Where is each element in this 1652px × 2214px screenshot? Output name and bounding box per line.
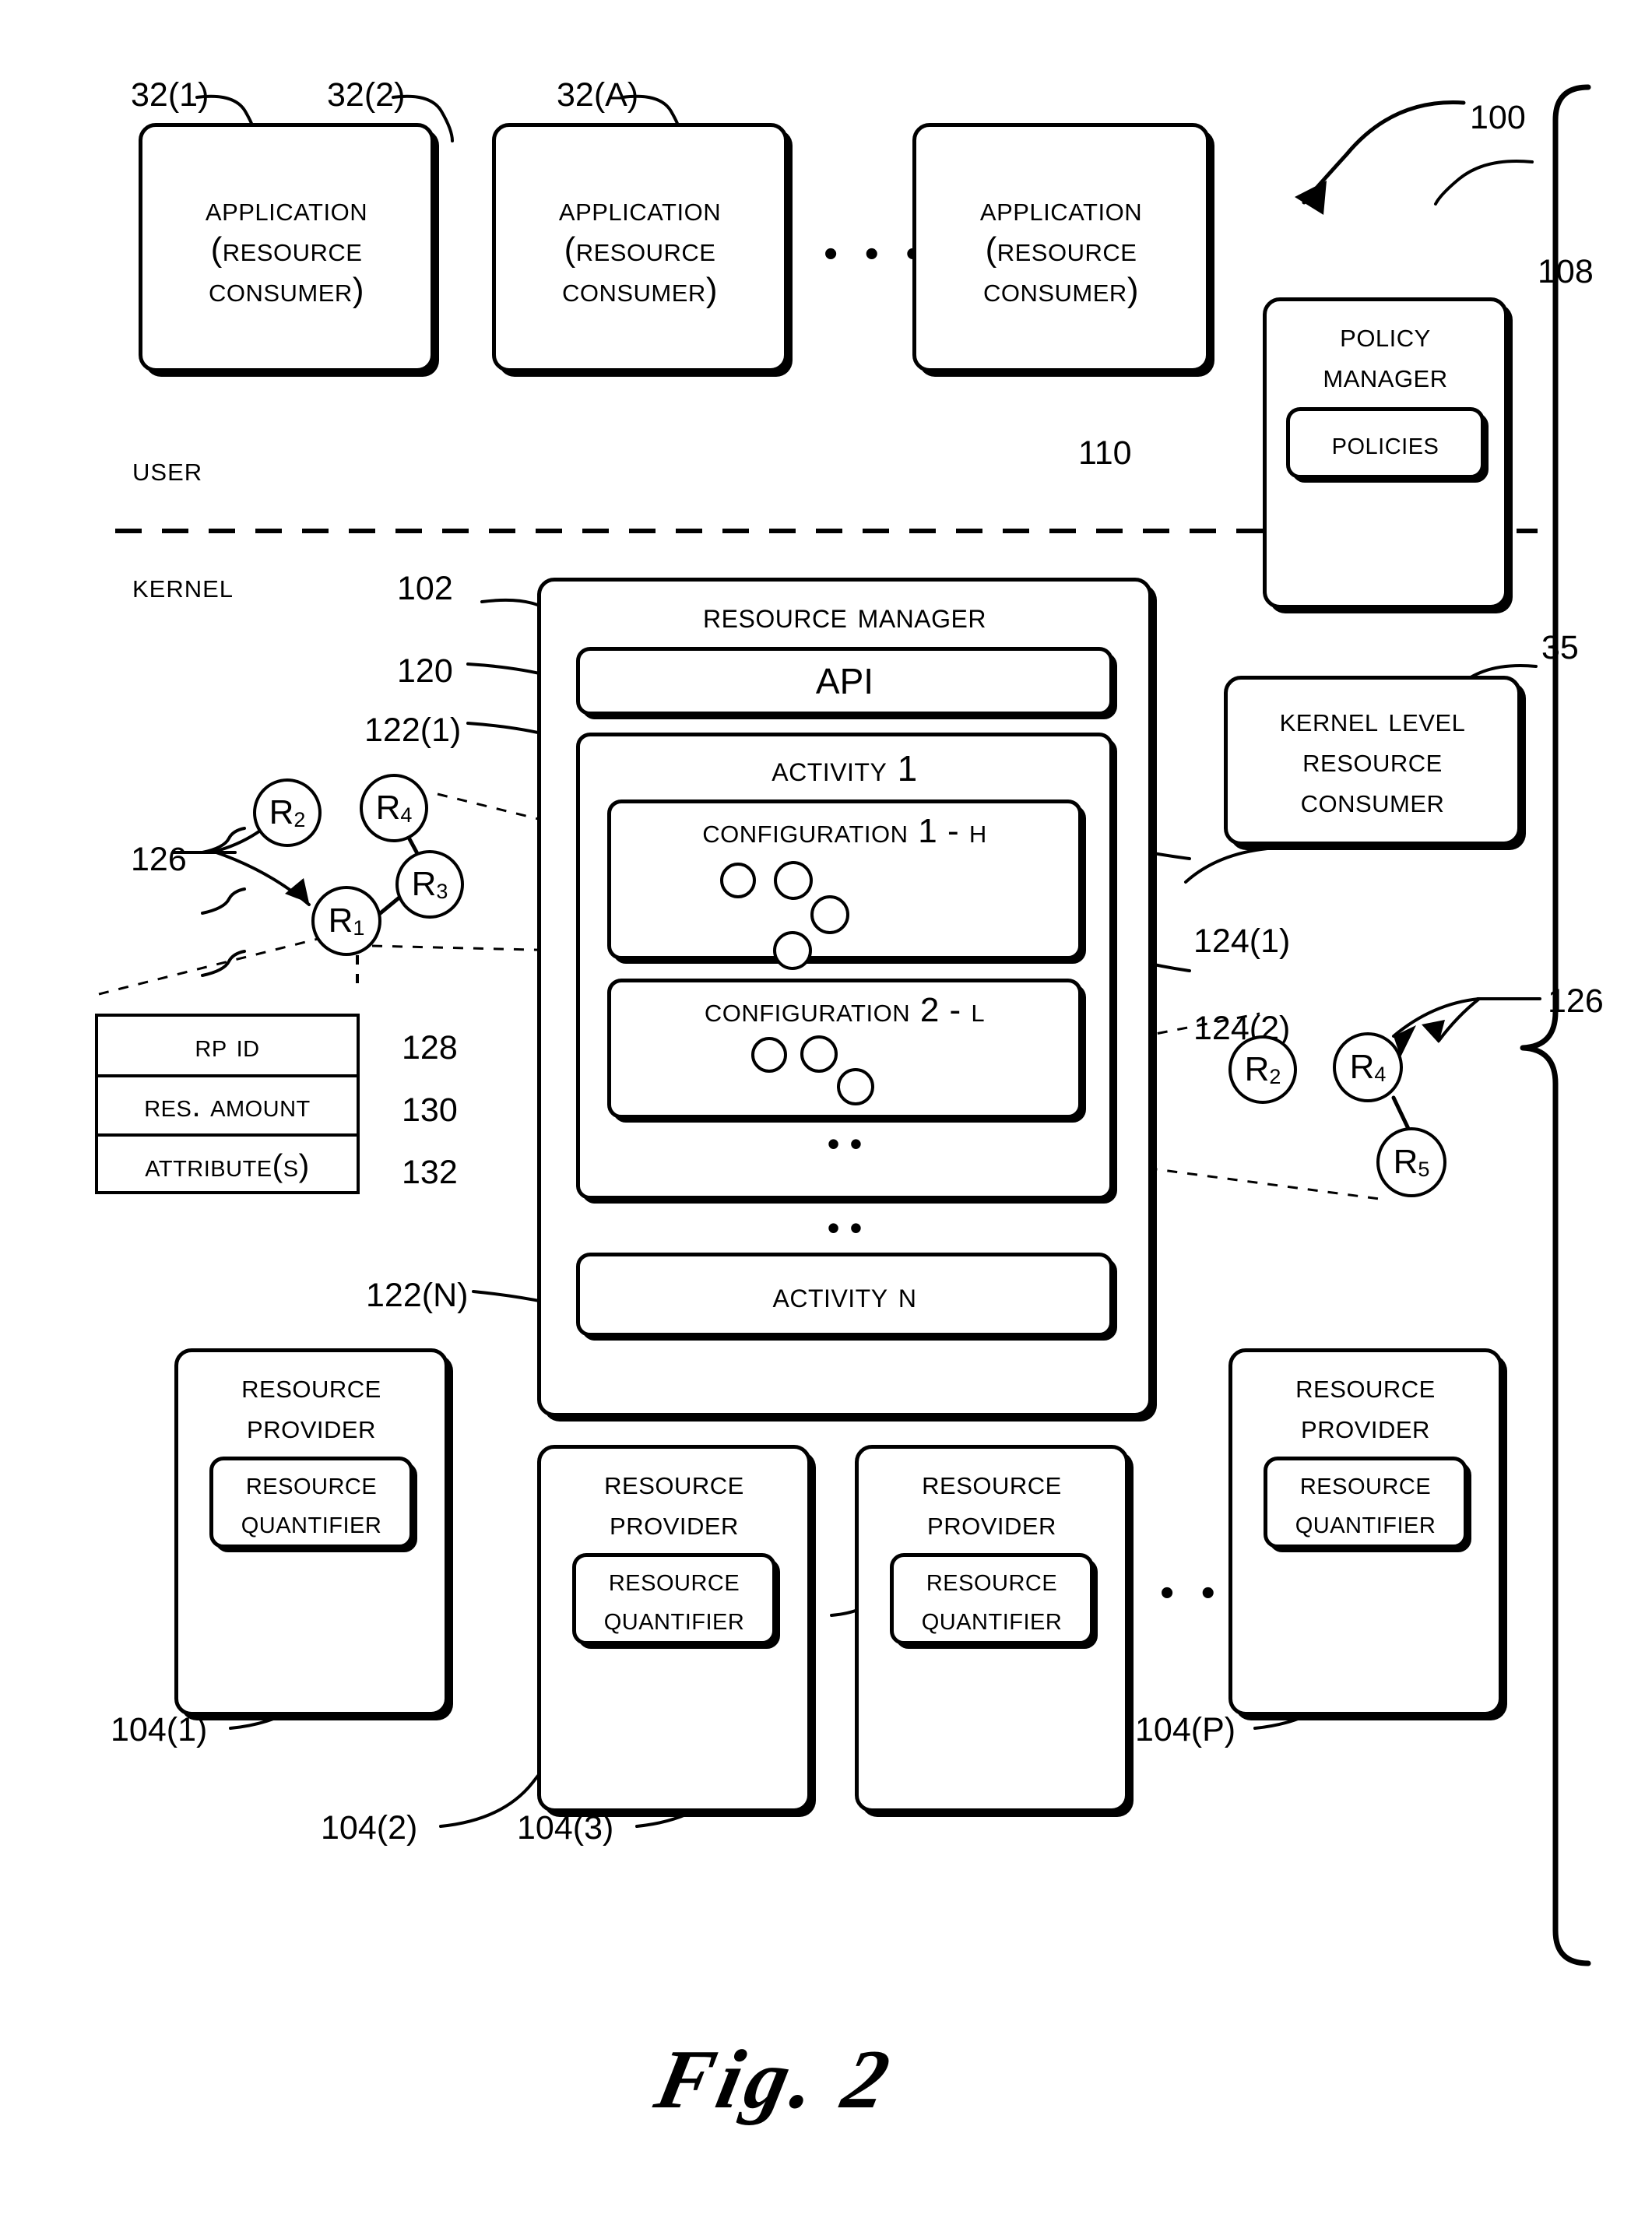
ref-126-left: 126	[131, 841, 187, 878]
application-box-3[interactable]: Application (Resource Consumer)	[912, 123, 1210, 372]
application-label-2: Application (Resource Consumer)	[558, 190, 722, 309]
resource-parameter-table: RP ID Res. Amount Attribute(s)	[95, 1014, 360, 1194]
resource-quantifier-label-1: Resource Quantifier	[241, 1464, 382, 1540]
api-label: API	[815, 661, 874, 702]
resource-node-left-R3-label: R3	[411, 865, 448, 903]
ref-104-P: 104(P)	[1135, 1711, 1236, 1748]
config-node-c	[810, 894, 849, 934]
policies-box[interactable]: Policies	[1286, 406, 1485, 479]
resource-node-left-R1-label: R1	[328, 901, 365, 940]
ref-104-2: 104(2)	[321, 1809, 418, 1847]
resource-quantifier-box-1[interactable]: Resource Quantifier	[209, 1456, 413, 1548]
kernel-layer-label: Kernel	[132, 567, 234, 605]
resource-quantifier-label-3: Resource Quantifier	[921, 1561, 1063, 1636]
ref-102: 102	[397, 570, 453, 607]
resource-node-left-R3: R3	[395, 850, 464, 919]
ref-132: 132	[402, 1154, 458, 1191]
resource-provider-title-2: Resource Provider	[604, 1464, 744, 1542]
config2-node-a	[751, 1036, 787, 1073]
configuration-1-label: Configuration 1 - H	[702, 811, 987, 850]
attributes-row: Attribute(s)	[145, 1147, 310, 1183]
resource-provider-box-2[interactable]: Resource Provider Resource Quantifier	[537, 1445, 811, 1812]
resource-node-right-R5: R5	[1376, 1127, 1446, 1197]
resource-quantifier-box-p[interactable]: Resource Quantifier	[1264, 1456, 1467, 1548]
activity-n-label: Activity N	[772, 1274, 917, 1316]
activities-more-indicator: • •	[827, 1207, 863, 1249]
resource-provider-box-p[interactable]: Resource Provider Resource Quantifier	[1228, 1348, 1503, 1716]
application-label-1: Application (Resource Consumer)	[205, 190, 368, 309]
resource-node-left-R2: R2	[253, 778, 322, 847]
configuration-2-box[interactable]: Configuration 2 - L	[607, 978, 1082, 1119]
resource-provider-box-1[interactable]: Resource Provider Resource Quantifier	[174, 1348, 448, 1716]
resource-node-right-R2-label: R2	[1244, 1050, 1281, 1088]
activity-1-box[interactable]: Activity 1 Configuration 1 - H Configura…	[576, 733, 1113, 1200]
kernel-level-resource-consumer-box[interactable]: Kernel Level Resource Consumer	[1224, 676, 1521, 845]
ref-32-A: 32(A)	[557, 76, 639, 114]
resource-provider-box-3[interactable]: Resource Provider Resource Quantifier	[855, 1445, 1129, 1812]
kernel-level-resource-consumer-label: Kernel Level Resource Consumer	[1279, 701, 1466, 820]
ref-32-1: 32(1)	[131, 76, 209, 114]
ref-120: 120	[397, 652, 453, 690]
configuration-1-box[interactable]: Configuration 1 - H	[607, 799, 1082, 970]
config-node-a	[720, 862, 756, 898]
resource-manager-box[interactable]: Resource Manager API Activity 1 Configur…	[537, 578, 1152, 1417]
resource-node-left-R2-label: R2	[269, 793, 306, 831]
configuration-2-label: Configuration 2 - L	[704, 990, 986, 1029]
patent-figure-2: 32(1) 32(2) 32(A) 100 108 110 35 102 120…	[0, 0, 1652, 2214]
user-layer-label: User	[132, 450, 203, 488]
ref-128: 128	[402, 1029, 458, 1067]
application-label-3: Application (Resource Consumer)	[979, 190, 1143, 309]
ref-122-N: 122(N)	[366, 1277, 469, 1314]
resource-node-left-R4: R4	[360, 774, 428, 842]
policy-manager-title: Policy Manager	[1323, 316, 1448, 395]
ref-104-1: 104(1)	[111, 1711, 208, 1748]
resource-provider-title-3: Resource Provider	[922, 1464, 1062, 1542]
config2-node-c	[837, 1067, 874, 1105]
resource-node-right-R4: R4	[1333, 1032, 1403, 1102]
resource-quantifier-box-3[interactable]: Resource Quantifier	[890, 1552, 1094, 1645]
ref-108: 108	[1538, 253, 1594, 290]
resource-manager-title: Resource Manager	[703, 595, 986, 635]
activity-1-more-indicator: • •	[827, 1123, 863, 1164]
figure-caption: Fig. 2	[648, 2033, 902, 2126]
ref-110: 110	[1078, 434, 1132, 472]
application-box-2[interactable]: Application (Resource Consumer)	[492, 123, 788, 372]
resource-provider-title-1: Resource Provider	[241, 1367, 381, 1446]
rp-id-row: RP ID	[98, 1017, 357, 1077]
policies-label: Policies	[1331, 424, 1439, 462]
activity-1-label: Activity 1	[772, 748, 918, 789]
resource-node-right-R5-label: R5	[1393, 1143, 1430, 1181]
resource-provider-title-p: Resource Provider	[1295, 1367, 1436, 1446]
res-amount-row: Res. Amount	[98, 1077, 357, 1137]
config2-node-b	[800, 1035, 838, 1073]
activity-n-box[interactable]: Activity N	[576, 1253, 1113, 1337]
config-node-b	[774, 860, 813, 900]
ref-32-2: 32(2)	[327, 76, 406, 114]
ref-126-right: 126	[1548, 982, 1604, 1020]
policy-manager-box[interactable]: Policy Manager Policies	[1263, 297, 1508, 609]
application-box-1[interactable]: Application (Resource Consumer)	[139, 123, 434, 372]
ref-130: 130	[402, 1091, 458, 1129]
api-box[interactable]: API	[576, 647, 1113, 716]
ref-35: 35	[1541, 629, 1579, 666]
resource-quantifier-label-p: Resource Quantifier	[1295, 1464, 1436, 1540]
resource-quantifier-box-2[interactable]: Resource Quantifier	[572, 1552, 776, 1645]
ref-100: 100	[1470, 99, 1526, 136]
resource-providers-ellipsis: • •	[1160, 1570, 1223, 1615]
ref-124-1: 124(1)	[1193, 922, 1291, 960]
resource-node-right-R2: R2	[1228, 1035, 1297, 1104]
resource-node-left-R4-label: R4	[375, 789, 413, 827]
resource-node-left-R1: R1	[311, 886, 381, 956]
ref-122-1: 122(1)	[364, 712, 462, 749]
resource-node-right-R4-label: R4	[1349, 1048, 1387, 1086]
resource-quantifier-label-2: Resource Quantifier	[603, 1561, 745, 1636]
ref-104-3: 104(3)	[517, 1809, 614, 1847]
config-node-d	[773, 930, 812, 970]
